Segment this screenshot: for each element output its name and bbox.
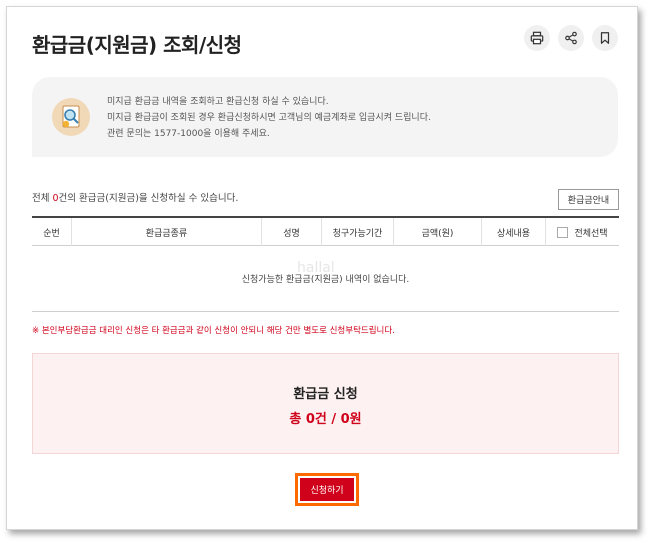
col-claim-period: 청구가능기간 (322, 218, 394, 246)
search-document-icon (52, 98, 90, 136)
info-box: 미지급 환급금 내역을 조회하고 환급신청 하실 수 있습니다. 미지급 환급금… (32, 77, 618, 157)
summary-text: 전체 0건의 환급금(지원금)을 신청하실 수 있습니다. (32, 190, 238, 204)
share-icon (565, 31, 577, 45)
empty-table-message: 신청가능한 환급금(지원금) 내역이 없습니다. (32, 246, 619, 312)
select-all-checkbox[interactable] (557, 226, 569, 238)
col-amount: 금액(원) (394, 218, 482, 246)
apply-button-highlight: 신청하기 (295, 473, 359, 506)
total-title: 환급금 신청 (293, 387, 358, 402)
refund-guide-button[interactable]: 환급금안내 (558, 189, 619, 210)
col-name: 성명 (262, 218, 322, 246)
summary-prefix: 전체 (32, 193, 53, 204)
share-button[interactable] (558, 25, 584, 51)
col-refund-type: 환급금종류 (72, 218, 262, 246)
total-box: 환급금 신청 총 0건 / 0원 (32, 353, 619, 454)
bookmark-icon (600, 32, 610, 44)
total-value: 총 0건 / 0원 (289, 412, 362, 427)
info-line: 관련 문의는 1577-1000을 이용해 주세요. (107, 129, 270, 139)
col-details: 상세내용 (482, 218, 546, 246)
info-text: 미지급 환급금 내역을 조회하고 환급신청 하실 수 있습니다. 미지급 환급금… (107, 94, 431, 142)
select-all-label: 전체선택 (574, 228, 608, 239)
bookmark-button[interactable] (592, 25, 618, 51)
col-number: 순번 (32, 218, 72, 246)
main-panel: 환급금(지원금) 조회/신청 미지급 환급금 내역을 조회하고 환급신청 하실 … (6, 6, 638, 530)
apply-button[interactable]: 신청하기 (300, 478, 354, 501)
page-title: 환급금(지원금) 조회/신청 (32, 33, 242, 57)
notice-text: ※ 본인부담환급금 대리인 신청은 타 환급금과 같이 신청이 안되니 해당 건… (32, 326, 395, 336)
table-header: 순번 환급금종류 성명 청구가능기간 금액(원) 상세내용 전체선택 (32, 216, 619, 246)
summary-suffix: 건의 환급금(지원금)을 신청하실 수 있습니다. (58, 193, 239, 204)
info-line: 미지급 환급금이 조회된 경우 환급신청하시면 고객님의 예금계좌로 입금시켜 … (107, 113, 431, 123)
print-icon (530, 31, 544, 45)
col-select-all[interactable]: 전체선택 (546, 218, 619, 246)
print-button[interactable] (524, 25, 550, 51)
info-line: 미지급 환급금 내역을 조회하고 환급신청 하실 수 있습니다. (107, 97, 329, 107)
